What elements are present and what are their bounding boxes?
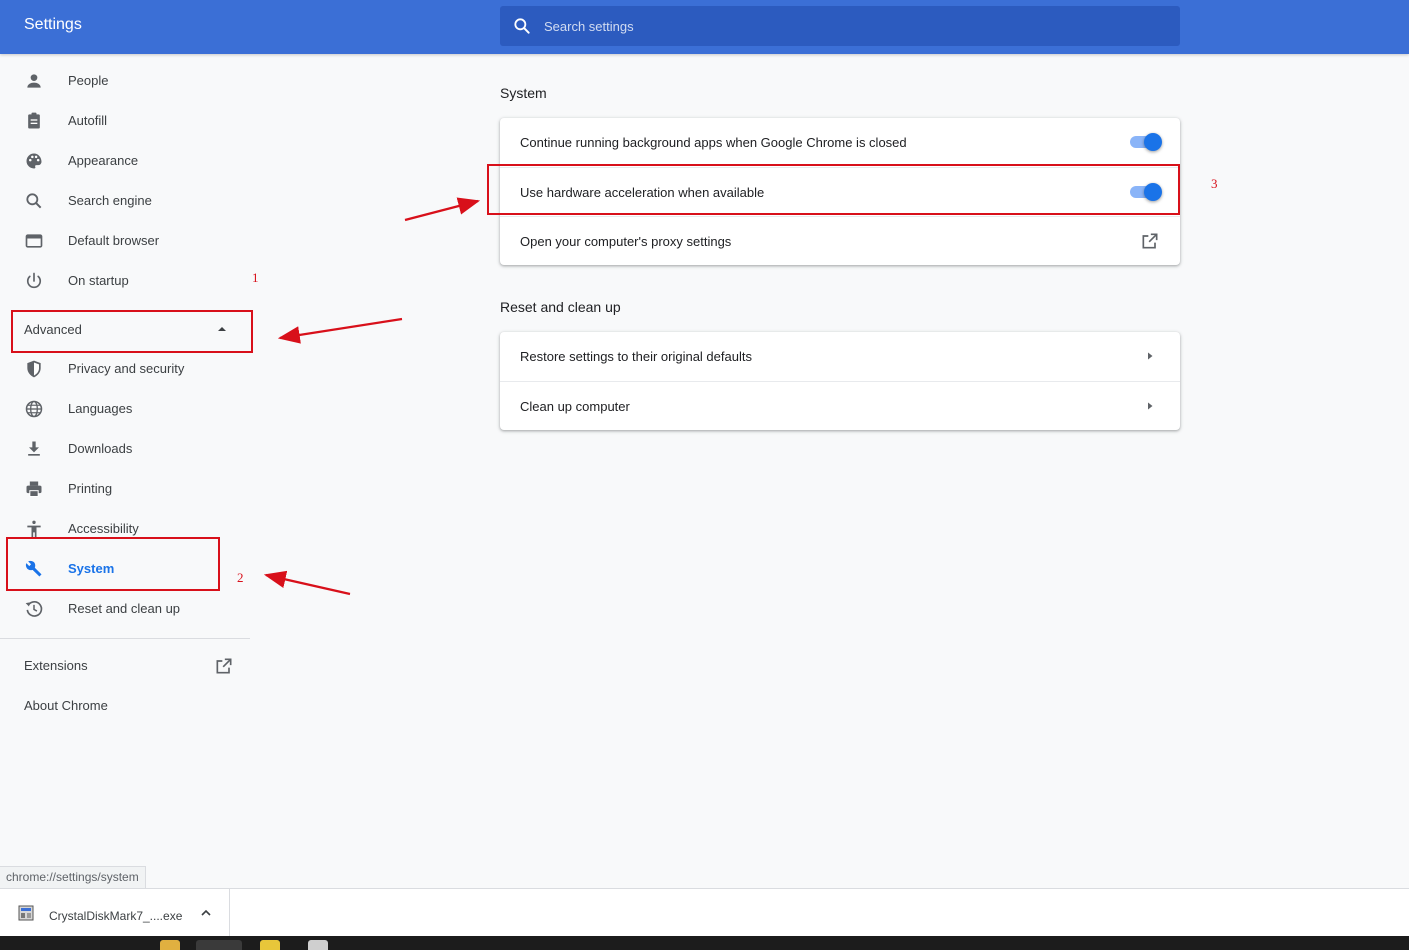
shield-icon [27,360,41,378]
printer-icon [26,481,42,497]
caret-up-icon [218,327,226,331]
open-in-new-icon[interactable] [214,656,234,676]
wrench-icon [25,560,42,577]
setting-row-restore-defaults[interactable]: Restore settings to their original defau… [500,332,1180,381]
sidebar-item-autofill[interactable]: Autofill [0,101,250,141]
sidebar-item-people[interactable]: People [0,61,250,101]
setting-label: Clean up computer [520,399,630,414]
executable-file-icon [18,905,34,921]
annotation-number: 2 [237,570,244,585]
sidebar-item-label: Appearance [68,153,139,168]
open-in-new-icon[interactable] [1140,231,1160,251]
history-icon [25,601,43,617]
settings-header: Settings [0,0,1409,54]
sidebar-item-label: Privacy and security [68,361,185,376]
chrome-icon[interactable] [196,940,242,950]
sidebar-item-label: Search engine [68,193,152,208]
sidebar-item-label: Reset and clean up [68,601,181,616]
setting-row-background-apps[interactable]: Continue running background apps when Go… [500,118,1180,167]
sidebar-item-label: Accessibility [68,521,139,536]
folder-icon[interactable] [160,940,180,950]
sidebar-item-label: About Chrome [24,698,108,713]
sidebar-item-label: People [68,73,109,88]
sidebar-item-on-startup[interactable]: On startup [0,261,250,301]
download-shelf: CrystalDiskMark7_....exe [0,888,1409,937]
sidebar-item-languages[interactable]: Languages [0,389,250,429]
hardware-acceleration-toggle[interactable] [1128,183,1162,201]
sidebar-item-reset[interactable]: Reset and clean up [0,589,250,629]
arrow-right-icon [1148,402,1153,410]
palette-icon [26,153,42,169]
setting-label: Continue running background apps when Go… [520,135,907,150]
download-icon [28,441,40,456]
person-icon [27,74,41,88]
url-status-bar: chrome://settings/system [0,866,146,888]
sidebar-item-label: Extensions [24,658,88,673]
sidebar-item-extensions[interactable]: Extensions [0,646,250,686]
background-apps-toggle[interactable] [1128,133,1162,151]
advanced-label: Advanced [24,322,82,337]
annotation-number: 1 [252,270,259,285]
page-title: Settings [24,16,82,33]
sidebar-item-label: System [68,561,115,576]
sidebar-item-downloads[interactable]: Downloads [0,429,250,469]
browser-window-icon [25,234,43,248]
sidebar-divider [0,638,250,639]
setting-row-hardware-acceleration[interactable]: Use hardware acceleration when available [500,167,1180,216]
search-box[interactable] [500,6,1180,46]
app-icon[interactable] [308,940,328,950]
sidebar-item-label: Languages [68,401,133,416]
globe-icon [25,400,43,418]
setting-row-proxy[interactable]: Open your computer's proxy settings [500,216,1180,265]
search-icon [26,193,42,209]
sidebar-item-search-engine[interactable]: Search engine [0,181,250,221]
app-icon[interactable] [260,940,280,950]
search-input[interactable] [544,6,1164,46]
power-icon [26,272,42,289]
accessibility-icon [27,520,41,538]
sidebar-item-label: Autofill [68,113,108,128]
annotation-number: 3 [1211,176,1218,191]
system-card: Continue running background apps when Go… [500,118,1180,265]
advanced-toggle[interactable]: Advanced [0,309,250,349]
download-filename: CrystalDiskMark7_....exe [49,909,183,923]
setting-row-clean-up[interactable]: Clean up computer [500,381,1180,430]
sidebar-item-label: On startup [68,273,129,288]
sidebar-item-label: Default browser [68,233,160,248]
arrow-right-icon [1148,352,1153,360]
sidebar-item-label: Downloads [68,441,133,456]
section-title-system: System [500,85,547,101]
setting-label: Use hardware acceleration when available [520,185,765,200]
reset-card: Restore settings to their original defau… [500,332,1180,430]
setting-label: Open your computer's proxy settings [520,234,732,249]
sidebar: People Autofill Appearance Search engine… [0,54,250,888]
chevron-up-icon[interactable] [200,907,212,919]
clipboard-icon [28,112,40,129]
sidebar-item-appearance[interactable]: Appearance [0,141,250,181]
sidebar-item-default-browser[interactable]: Default browser [0,221,250,261]
download-item[interactable]: CrystalDiskMark7_....exe [0,889,230,937]
sidebar-item-system[interactable]: System [0,549,250,589]
sidebar-item-printing[interactable]: Printing [0,469,250,509]
sidebar-item-privacy[interactable]: Privacy and security [0,349,250,389]
section-title-reset: Reset and clean up [500,299,621,315]
sidebar-item-accessibility[interactable]: Accessibility [0,509,250,549]
sidebar-item-about[interactable]: About Chrome [0,686,250,726]
setting-label: Restore settings to their original defau… [520,349,752,364]
search-icon [514,18,530,34]
sidebar-item-label: Printing [68,481,113,496]
os-taskbar [0,936,1409,950]
